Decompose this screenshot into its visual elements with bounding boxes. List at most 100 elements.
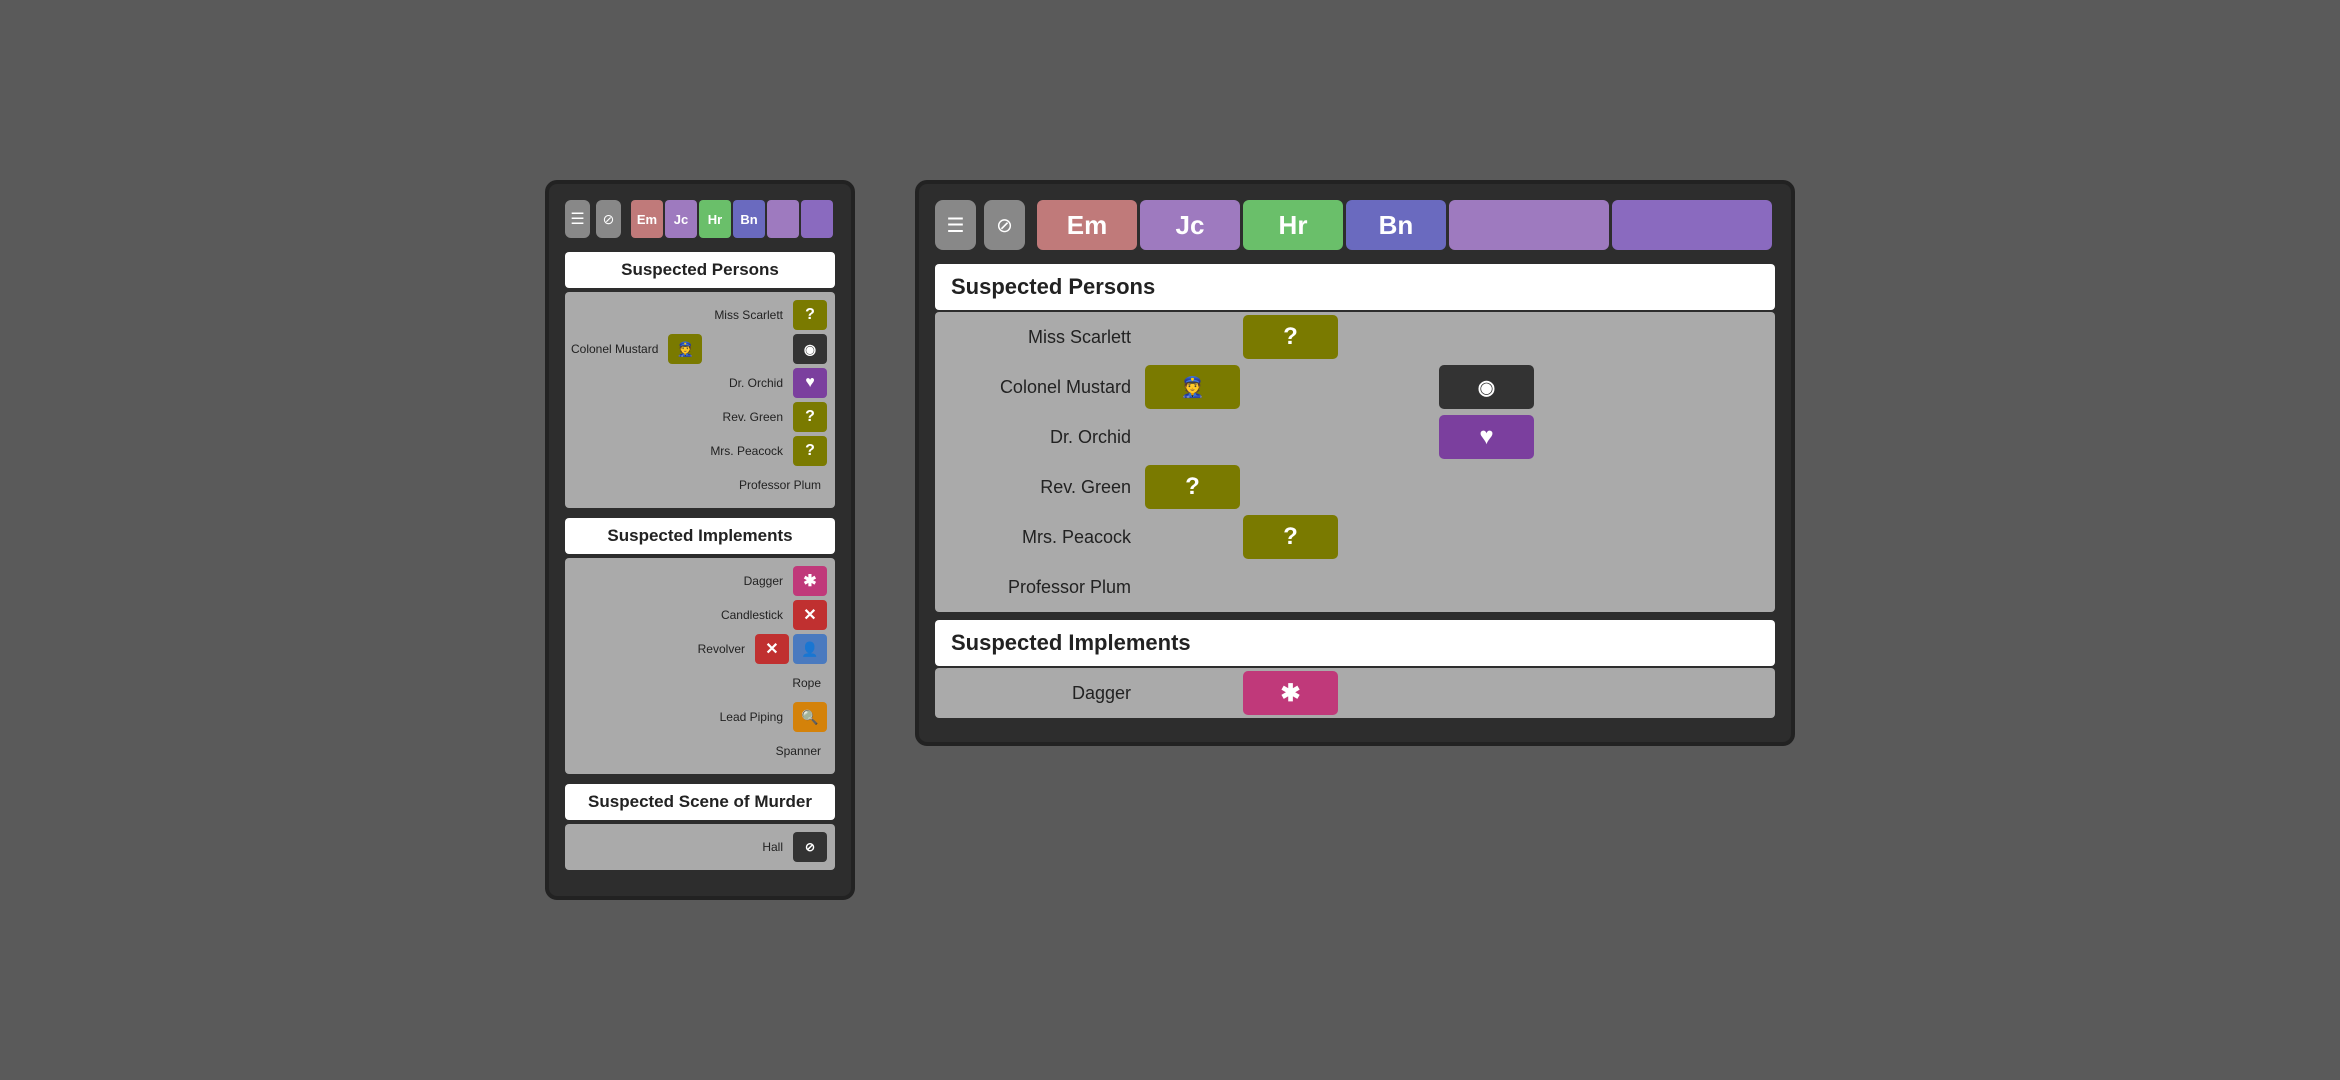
- small-tab-hr[interactable]: Hr: [699, 200, 731, 238]
- large-cell-gr-1: [1243, 465, 1338, 509]
- small-tab-em[interactable]: Em: [631, 200, 663, 238]
- large-label-colonel-mustard: Colonel Mustard: [945, 377, 1145, 398]
- large-cell-or-3[interactable]: ♥: [1439, 415, 1534, 459]
- small-player-tabs: Em Jc Hr Bn: [631, 200, 835, 238]
- small-cell-dagger-0[interactable]: ✱: [793, 566, 827, 596]
- small-menu-button[interactable]: ☰: [565, 200, 590, 238]
- small-row-revolver: Revolver ✕ 👤: [565, 632, 835, 666]
- large-tab-p5[interactable]: [1449, 200, 1609, 250]
- small-scene-grid: Hall ⊘: [565, 824, 835, 870]
- large-cells-green: ?: [1145, 465, 1730, 509]
- large-tab-hr[interactable]: Hr: [1243, 200, 1343, 250]
- large-cell-pe-1[interactable]: ?: [1243, 515, 1338, 559]
- small-row-miss-scarlett: Miss Scarlett ?: [565, 298, 835, 332]
- large-menu-icon: ☰: [947, 213, 965, 238]
- large-cells-miss-scarlett: ?: [1145, 315, 1730, 359]
- large-cell-pe-3: [1439, 515, 1534, 559]
- small-label-candlestick: Candlestick: [571, 608, 791, 622]
- large-cell-or-5: [1635, 415, 1730, 459]
- small-cell-scarlett-0[interactable]: ?: [793, 300, 827, 330]
- large-cell-da-5: [1635, 671, 1730, 715]
- small-cell-lead-piping-0[interactable]: 🔍: [793, 702, 827, 732]
- large-row-dagger: Dagger ✱: [935, 668, 1775, 718]
- small-row-spanner: Spanner: [565, 734, 835, 768]
- large-tab-p6[interactable]: [1612, 200, 1772, 250]
- large-menu-button[interactable]: ☰: [935, 200, 976, 250]
- large-persons-grid: Miss Scarlett ? Colonel Mustard 👮 ◉: [935, 312, 1775, 612]
- small-cell-mustard-0[interactable]: 👮: [668, 334, 702, 364]
- small-label-lead-piping: Lead Piping: [571, 710, 791, 724]
- small-tab-jc[interactable]: Jc: [665, 200, 697, 238]
- small-row-rope: Rope: [565, 666, 835, 700]
- large-cells-mustard: 👮 ◉: [1145, 365, 1730, 409]
- large-cell-sc-3: [1439, 315, 1534, 359]
- small-persons-grid: Miss Scarlett ? Colonel Mustard 👮 ◉ Dr. …: [565, 292, 835, 508]
- large-cell-or-4: [1537, 415, 1632, 459]
- small-label-hall: Hall: [571, 840, 791, 854]
- large-implements-header: Suspected Implements: [935, 620, 1775, 666]
- large-cell-sc-2: [1341, 315, 1436, 359]
- large-eyeoff-button[interactable]: ⊘: [984, 200, 1025, 250]
- large-cell-da-1[interactable]: ✱: [1243, 671, 1338, 715]
- large-row-colonel-mustard: Colonel Mustard 👮 ◉: [935, 362, 1775, 412]
- small-cell-green-0[interactable]: ?: [793, 402, 827, 432]
- small-label-rope: Rope: [571, 676, 829, 690]
- small-tab-bn[interactable]: Bn: [733, 200, 765, 238]
- large-cell-da-3: [1439, 671, 1534, 715]
- large-toolbar: ☰ ⊘ Em Jc Hr Bn: [935, 200, 1775, 250]
- small-cell-mustard-1[interactable]: ◉: [793, 334, 827, 364]
- large-cell-mu-0[interactable]: 👮: [1145, 365, 1240, 409]
- small-label-spanner: Spanner: [571, 744, 829, 758]
- large-cell-mu-3[interactable]: ◉: [1439, 365, 1534, 409]
- large-row-rev-green: Rev. Green ?: [935, 462, 1775, 512]
- large-cells-dagger: ✱: [1145, 671, 1730, 715]
- small-scene-header: Suspected Scene of Murder: [565, 784, 835, 820]
- large-label-professor-plum: Professor Plum: [945, 577, 1145, 598]
- large-player-tabs: Em Jc Hr Bn: [1037, 200, 1775, 250]
- small-label-colonel-mustard: Colonel Mustard: [571, 342, 666, 356]
- small-cell-hall-0[interactable]: ⊘: [793, 832, 827, 862]
- small-label-dr-orchid: Dr. Orchid: [571, 376, 791, 390]
- large-cell-gr-2: [1341, 465, 1436, 509]
- large-cell-pe-5: [1635, 515, 1730, 559]
- large-row-mrs-peacock: Mrs. Peacock ?: [935, 512, 1775, 562]
- large-cells-plum: [1145, 565, 1730, 609]
- small-label-professor-plum: Professor Plum: [571, 478, 829, 492]
- small-row-candlestick: Candlestick ✕: [565, 598, 835, 632]
- large-cell-sc-5: [1635, 315, 1730, 359]
- large-tab-jc[interactable]: Jc: [1140, 200, 1240, 250]
- large-cells-peacock: ?: [1145, 515, 1730, 559]
- small-tab-p6[interactable]: [801, 200, 833, 238]
- large-cell-da-0: [1145, 671, 1240, 715]
- small-row-dr-orchid: Dr. Orchid ♥: [565, 366, 835, 400]
- large-cell-mu-1: [1243, 365, 1338, 409]
- small-row-professor-plum: Professor Plum: [565, 468, 835, 502]
- large-cell-sc-0: [1145, 315, 1240, 359]
- large-cell-pl-1: [1243, 565, 1338, 609]
- small-persons-header: Suspected Persons: [565, 252, 835, 288]
- small-label-revolver: Revolver: [571, 642, 753, 656]
- large-implements-grid: Dagger ✱: [935, 668, 1775, 718]
- large-cell-pl-4: [1537, 565, 1632, 609]
- large-cell-pe-4: [1537, 515, 1632, 559]
- large-cell-gr-5: [1635, 465, 1730, 509]
- small-cell-revolver-0[interactable]: ✕: [755, 634, 789, 664]
- large-tab-em[interactable]: Em: [1037, 200, 1137, 250]
- small-toolbar: ☰ ⊘ Em Jc Hr Bn: [565, 200, 835, 238]
- large-cell-or-1: [1243, 415, 1338, 459]
- large-label-dr-orchid: Dr. Orchid: [945, 427, 1145, 448]
- large-tab-bn[interactable]: Bn: [1346, 200, 1446, 250]
- small-implements-header: Suspected Implements: [565, 518, 835, 554]
- small-cell-orchid-0[interactable]: ♥: [793, 368, 827, 398]
- small-eyeoff-button[interactable]: ⊘: [596, 200, 621, 238]
- small-cell-peacock-0[interactable]: ?: [793, 436, 827, 466]
- large-cell-gr-0[interactable]: ?: [1145, 465, 1240, 509]
- small-cell-candlestick-0[interactable]: ✕: [793, 600, 827, 630]
- large-row-miss-scarlett: Miss Scarlett ?: [935, 312, 1775, 362]
- small-panel: ☰ ⊘ Em Jc Hr Bn Suspected Persons Miss S…: [545, 180, 855, 900]
- small-tab-p5[interactable]: [767, 200, 799, 238]
- small-row-hall: Hall ⊘: [565, 830, 835, 864]
- large-cell-sc-1[interactable]: ?: [1243, 315, 1338, 359]
- small-cell-revolver-1[interactable]: 👤: [793, 634, 827, 664]
- large-cell-pl-2: [1341, 565, 1436, 609]
